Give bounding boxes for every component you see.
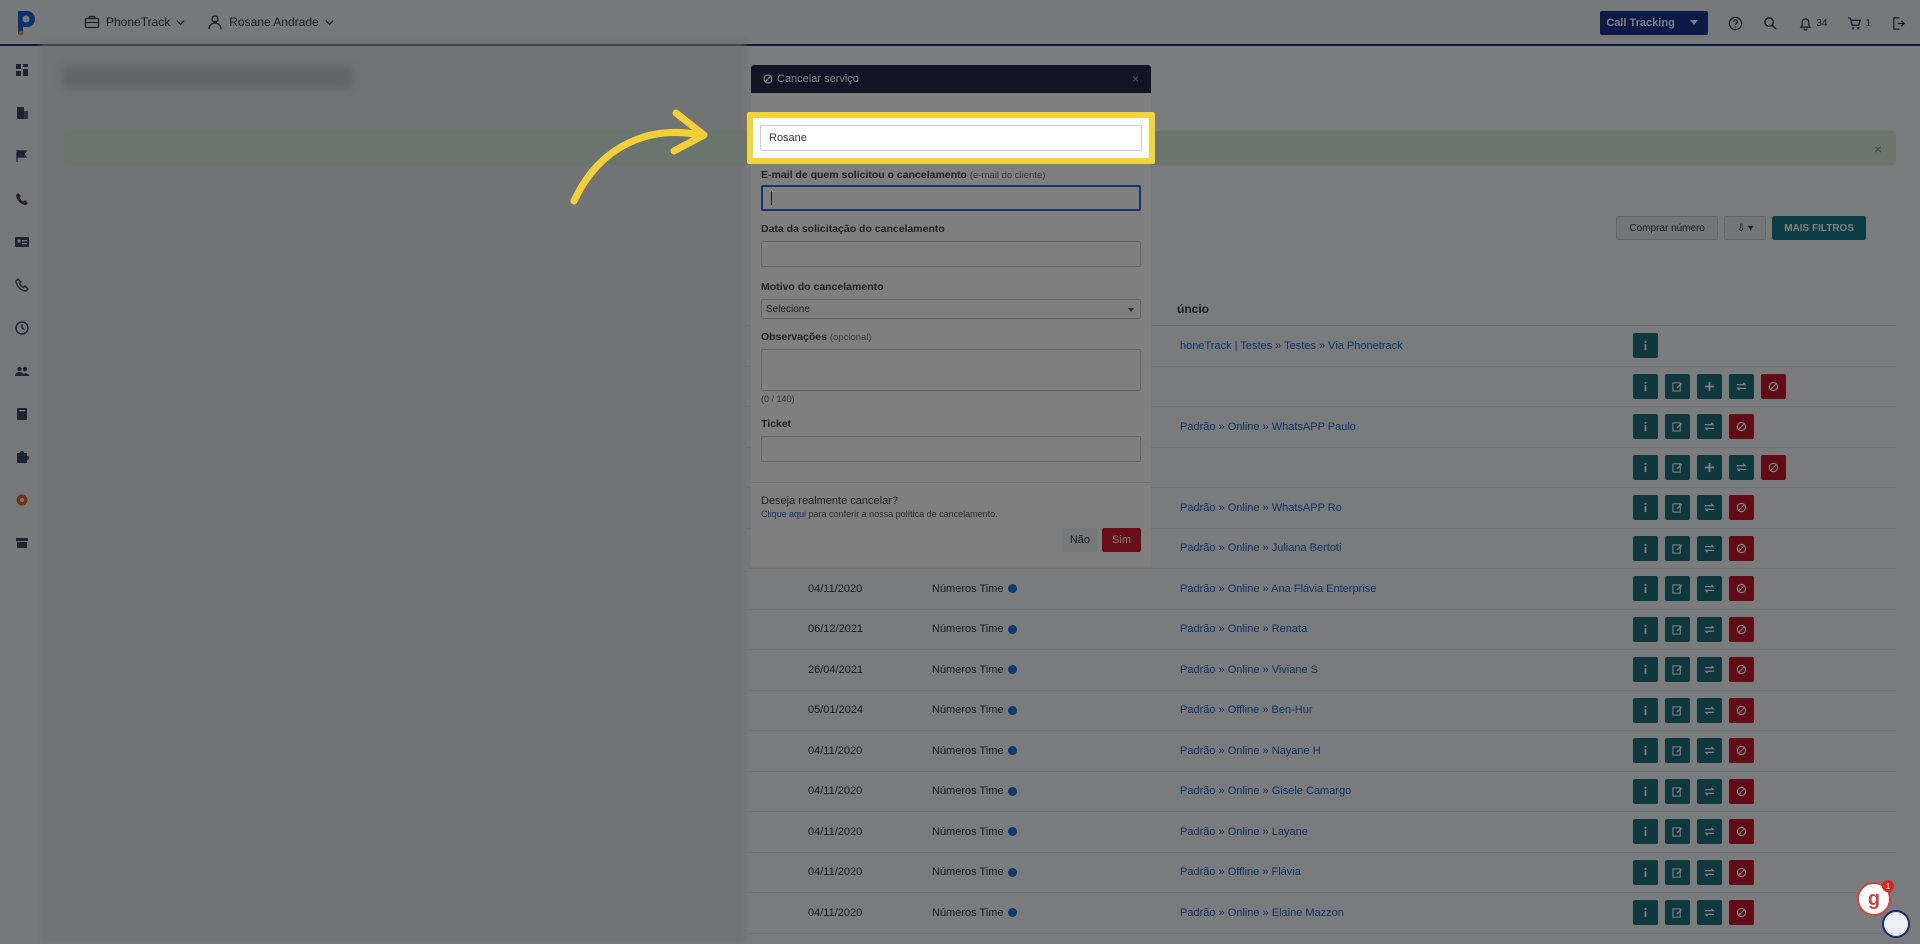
requester-name-field[interactable]: Rosane (760, 125, 1142, 151)
modal-footer: Deseja realmente cancelar? Clique aqui p… (751, 482, 1151, 566)
ticket-label: Ticket (761, 418, 792, 430)
caret-down-icon (1128, 308, 1134, 312)
reason-select[interactable]: Selecione (761, 299, 1141, 319)
support-widget-letter: g (1867, 887, 1881, 910)
support-widget-badge: 1 (1882, 880, 1894, 892)
tutorial-highlight: Rosane (747, 112, 1155, 164)
request-date-field[interactable] (761, 241, 1141, 267)
policy-link[interactable]: Clique aqui (761, 509, 806, 519)
email-hint: (e-mail do cliente) (969, 170, 1046, 181)
ticket-field[interactable] (761, 436, 1141, 462)
modal-header: Cancelar serviço × (751, 65, 1151, 93)
confirm-question: Deseja realmente cancelar? (761, 495, 898, 507)
policy-description: para conferir a nossa política de cancel… (808, 509, 998, 519)
reason-label: Motivo do cancelamento (761, 281, 884, 293)
policy-text: Clique aqui para conferir a nossa políti… (761, 509, 1141, 519)
email-label: E-mail de quem solicitou o cancelamento … (761, 169, 1141, 181)
email-field[interactable] (761, 185, 1141, 211)
ban-icon (763, 74, 773, 84)
yes-button[interactable]: Sim (1102, 528, 1141, 552)
notes-hint: (opcional) (829, 332, 872, 343)
tutorial-arrow-icon (570, 109, 708, 205)
requester-name-value: Rosane (769, 132, 807, 144)
notes-counter: (0 / 140) (761, 394, 795, 404)
no-button[interactable]: Não (1061, 528, 1099, 552)
modal-buttons: Não Sim (1061, 528, 1141, 552)
close-icon[interactable]: × (1132, 72, 1139, 86)
notes-label-text: Observações (761, 331, 827, 343)
date-label: Data da solicitação do cancelamento (761, 223, 945, 235)
notes-label: Observações (opcional) (761, 331, 1141, 343)
notes-textarea[interactable] (761, 349, 1141, 391)
modal-title: Cancelar serviço (777, 73, 859, 85)
reason-select-value: Selecione (766, 303, 810, 315)
email-label-text: E-mail de quem solicitou o cancelamento (761, 169, 967, 181)
chat-widget-button[interactable] (1882, 910, 1910, 938)
